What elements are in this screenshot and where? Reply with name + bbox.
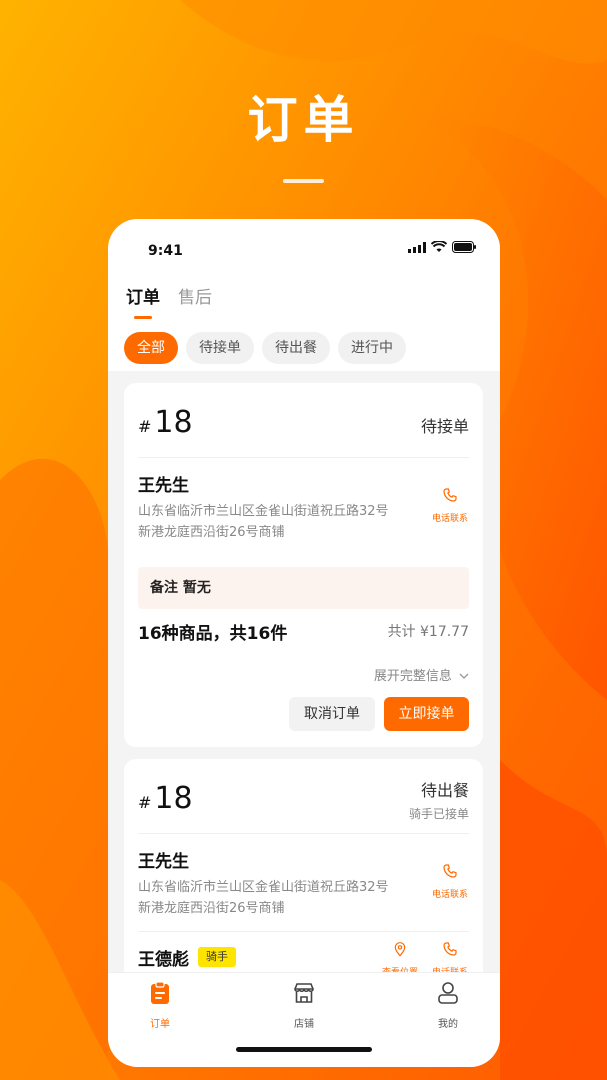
order-status: 待出餐 — [420, 781, 469, 800]
expand-info-link[interactable]: 展开完整信息 — [374, 665, 469, 684]
customer-name: 王先生 — [138, 852, 189, 872]
filter-pending-accept[interactable]: 待接单 — [186, 332, 254, 364]
tabbar-orders[interactable]: 订单 — [130, 981, 190, 1030]
divider — [138, 457, 469, 458]
order-number-value: 18 — [154, 405, 193, 440]
store-icon — [294, 983, 314, 1003]
tabbar-label: 店铺 — [294, 1019, 314, 1030]
call-customer-button[interactable]: 电话联系 — [425, 487, 475, 524]
order-status: 待接单 — [420, 417, 469, 436]
home-indicator — [236, 1047, 372, 1052]
call-customer-button[interactable]: 电话联系 — [425, 863, 475, 900]
battery-icon — [452, 241, 476, 253]
clipboard-icon — [151, 981, 169, 1004]
headline-underline — [283, 179, 324, 183]
order-sub-status: 骑手已接单 — [408, 807, 469, 821]
order-number-value: 18 — [154, 781, 193, 816]
customer-address: 山东省临沂市兰山区金雀山街道祝丘路32号新港龙庭西沿街26号商铺 — [138, 504, 389, 540]
call-label: 电话联系 — [431, 890, 468, 900]
tabbar-label: 订单 — [150, 1019, 170, 1030]
phone-header: 9:41 订单 售后 全部 待接单 待出餐 进行中 — [108, 219, 500, 371]
order-hash: # — [138, 417, 152, 436]
user-icon — [438, 982, 458, 1004]
bottom-tab-bar: 订单 店铺 我的 — [108, 972, 500, 1067]
chevron-down-icon — [459, 673, 469, 679]
order-card[interactable]: # 18 待接单 王先生 山东省临沂市兰山区金雀山街道祝丘路32号新港龙庭西沿街… — [124, 383, 483, 747]
expand-label: 展开完整信息 — [373, 669, 452, 684]
phone-icon — [443, 488, 457, 502]
accept-order-button[interactable]: 立即接单 — [384, 697, 469, 731]
wifi-icon — [431, 241, 447, 252]
call-label: 电话联系 — [431, 514, 468, 524]
signal-icon — [408, 241, 426, 253]
phone-icon — [443, 942, 457, 956]
order-remark: 备注 暂无 — [138, 567, 469, 609]
page-headline: 订单 — [247, 91, 360, 149]
tab-after-sales[interactable]: 售后 — [178, 283, 212, 308]
customer-address: 山东省临沂市兰山区金雀山街道祝丘路32号新港龙庭西沿街26号商铺 — [138, 880, 389, 916]
tabbar-mine[interactable]: 我的 — [418, 981, 478, 1030]
phone-icon — [443, 864, 457, 878]
divider — [138, 931, 469, 932]
tab-orders[interactable]: 订单 — [126, 283, 160, 319]
rider-name: 王德彪 — [138, 950, 189, 970]
order-number: # 18 — [138, 405, 193, 440]
filter-chips: 全部 待接单 待出餐 进行中 — [124, 332, 406, 364]
customer-name: 王先生 — [138, 476, 189, 496]
filter-all[interactable]: 全部 — [124, 332, 178, 364]
status-icons — [408, 241, 476, 253]
status-time: 9:41 — [148, 243, 183, 259]
order-hash: # — [138, 793, 152, 812]
filter-pending-meal[interactable]: 待出餐 — [262, 332, 330, 364]
location-pin-icon — [394, 942, 406, 957]
phone-frame: 9:41 订单 售后 全部 待接单 待出餐 进行中 # 18 待接单 王先生 山… — [108, 219, 500, 1067]
rider-badge: 骑手 — [198, 947, 236, 967]
tabbar-label: 我的 — [438, 1019, 458, 1030]
order-number: # 18 — [138, 781, 193, 816]
divider — [138, 833, 469, 834]
tabbar-store[interactable]: 店铺 — [274, 981, 334, 1030]
order-total: 共计 ¥17.77 — [387, 624, 469, 640]
cancel-order-button[interactable]: 取消订单 — [289, 697, 375, 731]
order-tabs: 订单 售后 — [126, 283, 212, 319]
filter-in-progress[interactable]: 进行中 — [338, 332, 406, 364]
goods-summary: 16种商品，共16件 — [138, 624, 288, 644]
